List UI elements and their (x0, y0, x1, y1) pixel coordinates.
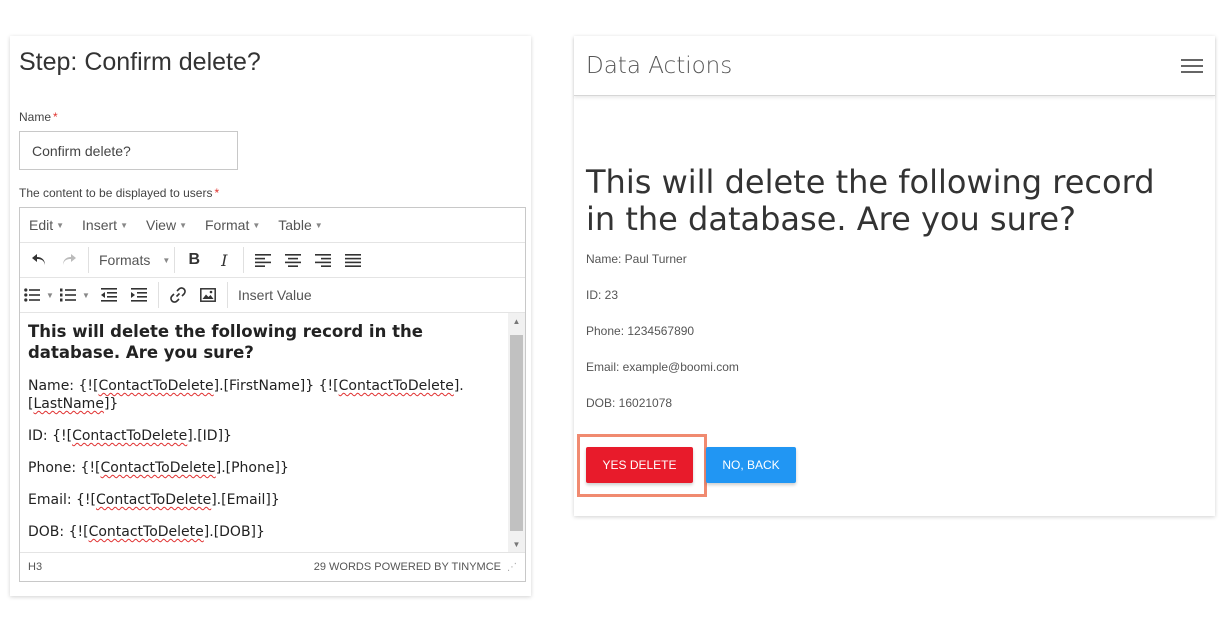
preview-panel: Data Actions This will delete the follow… (574, 36, 1215, 516)
menu-edit[interactable]: Edit ▼ (29, 217, 64, 233)
text-segment: ].[Phone]} (215, 460, 289, 476)
no-back-button[interactable]: NO, BACK (706, 447, 796, 483)
editor-content[interactable]: This will delete the following record in… (20, 313, 508, 553)
menu-view-label: View (145, 217, 177, 233)
content-phone-line: Phone: {![ContactToDelete].[Phone]} (28, 459, 500, 477)
formats-dropdown[interactable]: Formats ▼ (93, 246, 170, 274)
name-input[interactable] (19, 131, 238, 170)
scroll-thumb[interactable] (510, 335, 523, 531)
caret-down-icon: ▼ (120, 220, 128, 230)
text-segment: ].[DOB]} (203, 524, 265, 540)
indent-icon[interactable] (124, 281, 154, 309)
editor-scrollbar[interactable]: ▲ ▼ (508, 313, 525, 553)
spell-token: ContactToDelete (338, 378, 454, 394)
align-right-icon[interactable] (308, 246, 338, 274)
bold-icon[interactable]: B (179, 246, 209, 274)
caret-down-icon: ▼ (252, 220, 261, 230)
content-id-line: ID: {![ContactToDelete].[ID]} (28, 427, 500, 445)
editor-menubar: Edit ▼ Insert ▼ View ▼ Format ▼ Table ▼ (20, 208, 525, 243)
toolbar-divider (174, 247, 176, 273)
text-segment: ID: {![ (28, 428, 73, 444)
preview-title: Data Actions (586, 52, 733, 79)
toolbar-divider (88, 247, 89, 273)
italic-icon[interactable]: I (209, 246, 239, 274)
element-path[interactable]: H3 (28, 561, 42, 573)
align-justify-icon[interactable] (338, 246, 368, 274)
editor-statusbar: H3 29 WORDS POWERED BY TINYMCE ⋰ (20, 552, 525, 581)
spell-token: ContactToDelete (98, 378, 214, 394)
align-left-icon[interactable] (248, 246, 278, 274)
content-name-line: Name: {![ContactToDelete].[FirstName]} {… (28, 377, 500, 413)
caret-down-icon: ▼ (56, 220, 65, 230)
toolbar-divider (158, 282, 159, 308)
insert-value-button[interactable]: Insert Value (232, 281, 318, 309)
align-center-icon[interactable] (278, 246, 308, 274)
preview-phone-line: Phone: 1234567890 (586, 324, 695, 338)
preview-name-line: Name: Paul Turner (586, 252, 687, 266)
image-icon[interactable] (193, 281, 223, 309)
caret-down-icon: ▼ (46, 290, 54, 300)
required-mark: * (53, 110, 58, 124)
text-segment: ].[Email]} (211, 492, 280, 508)
preview-dob-line: DOB: 16021078 (586, 396, 673, 410)
scroll-up-icon[interactable]: ▲ (508, 313, 525, 330)
required-mark: * (214, 186, 220, 200)
caret-down-icon: ▼ (179, 220, 187, 230)
step-title: Step: Confirm delete? (19, 48, 261, 76)
text-segment: ].[FirstName]} {![ (213, 378, 339, 394)
step-config-panel: Step: Confirm delete? Name* The content … (10, 36, 531, 596)
status-right: 29 WORDS POWERED BY TINYMCE ⋰ (314, 561, 517, 573)
editor-toolbar-row-2: ▼ ▼ Insert Value (20, 278, 525, 313)
toolbar-divider (243, 247, 245, 273)
caret-down-icon: ▼ (314, 220, 323, 230)
menu-view[interactable]: View ▼ (146, 217, 187, 233)
content-email-line: Email: {![ContactToDelete].[Email]} (28, 491, 500, 509)
word-count: 29 WORDS POWERED BY TINYMCE (313, 561, 501, 573)
outdent-icon[interactable] (94, 281, 124, 309)
text-segment: Name: {![ (28, 378, 99, 394)
text-segment: ]} (103, 396, 119, 412)
scroll-down-icon[interactable]: ▼ (508, 536, 525, 553)
preview-heading: This will delete the following record in… (586, 163, 1155, 238)
spell-token: ContactToDelete (96, 492, 212, 508)
bullet-list-icon[interactable]: ▼ (24, 281, 54, 309)
menu-table-label: Table (278, 217, 312, 233)
menu-insert[interactable]: Insert ▼ (82, 217, 128, 233)
spell-token: ContactToDelete (100, 460, 216, 476)
preview-email-line: Email: example@boomi.com (586, 360, 739, 374)
name-label-text: Name (19, 110, 52, 124)
content-label-text: The content to be displayed to users (19, 186, 213, 200)
preview-id-line: ID: 23 (586, 288, 619, 302)
spell-token: ContactToDelete (88, 524, 204, 540)
name-label: Name * (19, 110, 58, 124)
toolbar-divider (227, 282, 228, 308)
spell-token: ContactToDelete (72, 428, 188, 444)
preview-header: Data Actions (574, 36, 1215, 96)
menu-table[interactable]: Table ▼ (278, 217, 322, 233)
text-segment: Email: {![ (28, 492, 96, 508)
content-heading: This will delete the following record in… (28, 322, 423, 362)
menu-edit-label: Edit (29, 217, 54, 233)
spell-token: LastName (33, 396, 104, 412)
menu-format-label: Format (205, 217, 250, 233)
redo-icon[interactable] (54, 246, 84, 274)
numbered-list-icon[interactable]: ▼ (60, 281, 90, 309)
menu-format[interactable]: Format ▼ (205, 217, 260, 233)
text-segment: ].[ID]} (187, 428, 232, 444)
caret-down-icon: ▼ (162, 255, 171, 265)
content-dob-line: DOB: {![ContactToDelete].[DOB]} (28, 523, 500, 541)
hamburger-menu-icon[interactable] (1181, 58, 1203, 73)
text-segment: DOB: {![ (28, 524, 89, 540)
caret-down-icon: ▼ (82, 290, 90, 300)
menu-insert-label: Insert (82, 217, 118, 233)
rich-text-editor: Edit ▼ Insert ▼ View ▼ Format ▼ Table ▼ Forma… (19, 207, 526, 582)
editor-toolbar-row-1: Formats ▼ B I (20, 243, 525, 278)
content-label: The content to be displayed to users * (19, 186, 219, 200)
yes-delete-button[interactable]: YES DELETE (586, 447, 693, 483)
resize-grip-icon[interactable]: ⋰ (507, 562, 517, 573)
formats-label: Formats (99, 252, 151, 268)
text-segment: Phone: {![ (28, 460, 101, 476)
undo-icon[interactable] (24, 246, 54, 274)
link-icon[interactable] (163, 281, 193, 309)
